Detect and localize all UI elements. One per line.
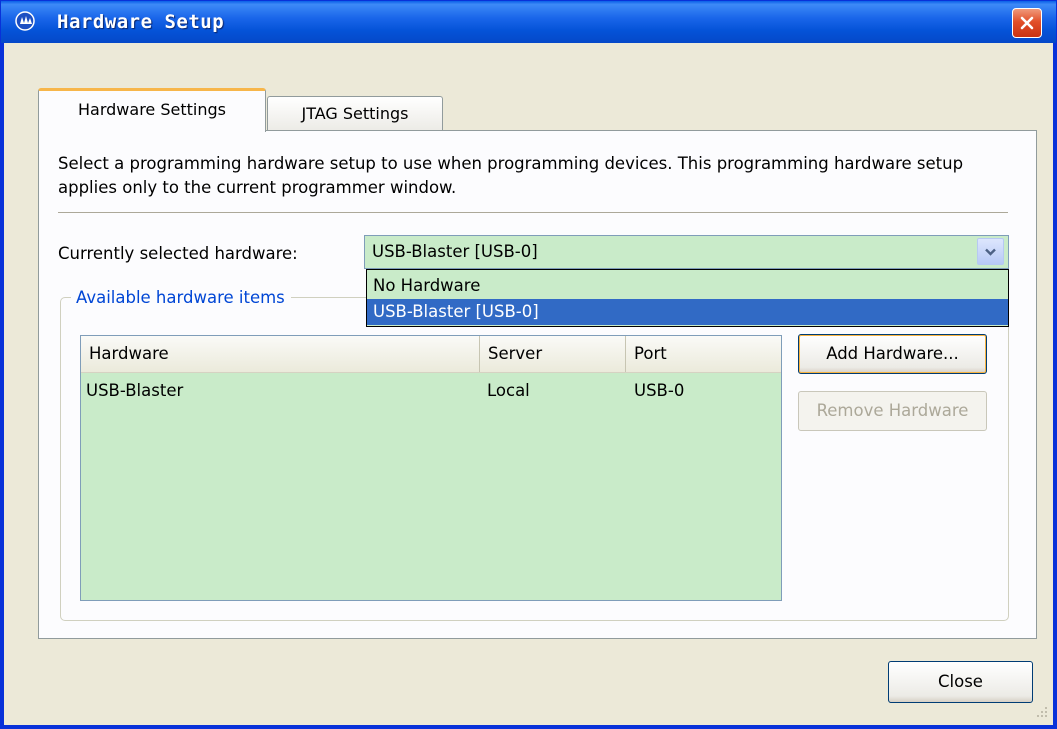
- column-header-hardware[interactable]: Hardware: [81, 336, 480, 372]
- combobox-dropdown-button[interactable]: [977, 238, 1004, 265]
- hardware-combobox[interactable]: USB-Blaster [USB-0]: [364, 235, 1009, 269]
- column-header-server[interactable]: Server: [480, 336, 626, 372]
- close-window-button[interactable]: [1012, 8, 1042, 38]
- dropdown-option-usb-blaster[interactable]: USB-Blaster [USB-0]: [367, 299, 1008, 325]
- chevron-down-icon: [985, 248, 996, 256]
- separator: [58, 212, 1008, 213]
- close-button[interactable]: Close: [888, 661, 1033, 703]
- tab-hardware-settings-label: Hardware Settings: [78, 100, 226, 119]
- window-frame-bottom: [1, 725, 1056, 728]
- remove-hardware-button[interactable]: Remove Hardware: [798, 391, 987, 431]
- hardware-list[interactable]: Hardware Server Port USB-Blaster Local U…: [80, 335, 782, 601]
- tab-jtag-settings[interactable]: JTAG Settings: [267, 96, 443, 131]
- tab-hardware-settings[interactable]: Hardware Settings: [38, 88, 266, 132]
- window-title: Hardware Setup: [57, 11, 225, 33]
- cell-port: USB-0: [634, 381, 685, 400]
- hardware-dropdown-list: No Hardware USB-Blaster [USB-0]: [366, 269, 1009, 327]
- cell-server: Local: [487, 381, 530, 400]
- description-text: Select a programming hardware setup to u…: [58, 154, 964, 197]
- resize-grip-icon[interactable]: [1032, 704, 1050, 722]
- window-frame-left: [1, 43, 4, 728]
- column-header-port[interactable]: Port: [626, 336, 781, 372]
- window-frame-right: [1053, 43, 1056, 728]
- currently-selected-hardware-label: Currently selected hardware:: [58, 244, 298, 263]
- cell-hardware: USB-Blaster: [86, 381, 184, 400]
- tab-jtag-settings-label: JTAG Settings: [301, 104, 409, 123]
- title-bar[interactable]: Hardware Setup: [1, 1, 1056, 43]
- hardware-combobox-value: USB-Blaster [USB-0]: [372, 242, 538, 261]
- close-icon: [1020, 16, 1034, 30]
- available-hardware-group-label: Available hardware items: [71, 288, 291, 307]
- dropdown-option-no-hardware[interactable]: No Hardware: [367, 273, 1008, 299]
- programmer-hand-icon: [15, 11, 35, 31]
- hardware-list-header: Hardware Server Port: [81, 336, 781, 373]
- add-hardware-button[interactable]: Add Hardware...: [798, 334, 987, 374]
- hardware-setup-window: Hardware Setup JTAG Settings Hardware Se…: [0, 0, 1057, 729]
